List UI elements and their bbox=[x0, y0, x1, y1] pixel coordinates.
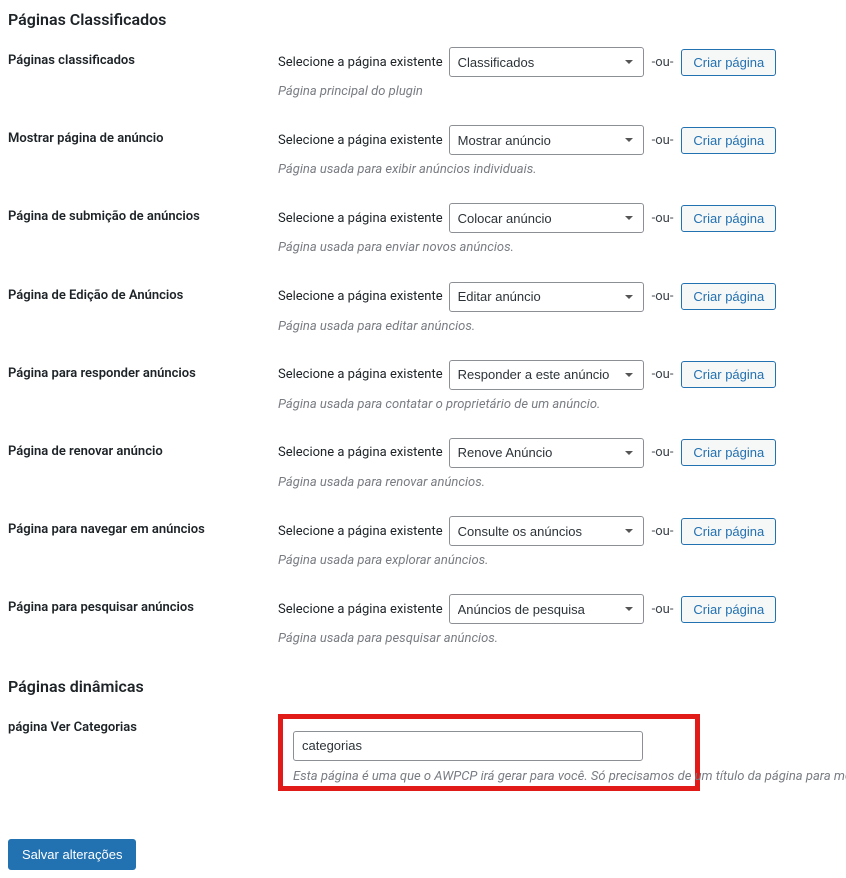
row-label: Mostrar página de anúncio bbox=[8, 131, 164, 146]
create-page-button[interactable]: Criar página bbox=[681, 596, 776, 623]
select-hint: Selecione a página existente bbox=[278, 445, 443, 460]
select-hint: Selecione a página existente bbox=[278, 367, 443, 382]
select-hint: Selecione a página existente bbox=[278, 133, 443, 148]
save-button[interactable]: Salvar alterações bbox=[8, 839, 136, 870]
or-text: -ou- bbox=[652, 367, 674, 382]
page-select[interactable]: Anúncios de pesquisa bbox=[449, 594, 644, 624]
create-page-button[interactable]: Criar página bbox=[681, 205, 776, 232]
description-ver-categorias: Esta página é uma que o AWPCP irá gerar … bbox=[293, 769, 685, 784]
section-title-paginas-classificados: Páginas Classificados bbox=[8, 10, 838, 29]
row-description: Página usada para exibir anúncios indivi… bbox=[278, 161, 838, 179]
create-page-button[interactable]: Criar página bbox=[681, 127, 776, 154]
section-title-paginas-dinamicas: Páginas dinâmicas bbox=[8, 677, 838, 696]
row-description: Página usada para pesquisar anúncios. bbox=[278, 630, 838, 648]
or-text: -ou- bbox=[652, 55, 674, 70]
page-select[interactable]: Renove Anúncio bbox=[449, 438, 644, 468]
row-description: Página usada para contatar o proprietári… bbox=[278, 396, 838, 414]
row-label: Página de submição de anúncios bbox=[8, 209, 200, 224]
row-label: Página para responder anúncios bbox=[8, 366, 196, 381]
row-description: Página usada para renovar anúncios. bbox=[278, 474, 838, 492]
page-select[interactable]: Mostrar anúncio bbox=[449, 125, 644, 155]
select-hint: Selecione a página existente bbox=[278, 211, 443, 226]
page-select[interactable]: Editar anúncio bbox=[449, 282, 644, 312]
or-text: -ou- bbox=[652, 133, 674, 148]
row-label: Página de renovar anúncio bbox=[8, 444, 163, 459]
page-select[interactable]: Responder a este anúncio bbox=[449, 360, 644, 390]
page-select[interactable]: Colocar anúncio bbox=[449, 203, 644, 233]
or-text: -ou- bbox=[652, 211, 674, 226]
or-text: -ou- bbox=[652, 524, 674, 539]
row-label: Página para pesquisar anúncios bbox=[8, 600, 194, 615]
create-page-button[interactable]: Criar página bbox=[681, 439, 776, 466]
select-hint: Selecione a página existente bbox=[278, 602, 443, 617]
label-ver-categorias: página Ver Categorias bbox=[8, 720, 137, 735]
select-hint: Selecione a página existente bbox=[278, 289, 443, 304]
or-text: -ou- bbox=[652, 602, 674, 617]
page-select[interactable]: Classificados bbox=[449, 47, 644, 77]
row-description: Página principal do plugin bbox=[278, 83, 838, 101]
row-description: Página usada para enviar novos anúncios. bbox=[278, 239, 838, 257]
row-label: Página de Edição de Anúncios bbox=[8, 288, 183, 303]
select-hint: Selecione a página existente bbox=[278, 524, 443, 539]
create-page-button[interactable]: Criar página bbox=[681, 49, 776, 76]
or-text: -ou- bbox=[652, 289, 674, 304]
row-label: Página para navegar em anúncios bbox=[8, 522, 205, 537]
create-page-button[interactable]: Criar página bbox=[681, 361, 776, 388]
row-description: Página usada para editar anúncios. bbox=[278, 318, 838, 336]
page-select[interactable]: Consulte os anúncios bbox=[449, 516, 644, 546]
create-page-button[interactable]: Criar página bbox=[681, 283, 776, 310]
row-description: Página usada para explorar anúncios. bbox=[278, 552, 838, 570]
input-ver-categorias[interactable] bbox=[293, 731, 643, 761]
or-text: -ou- bbox=[652, 445, 674, 460]
highlight-box: Esta página é uma que o AWPCP irá gerar … bbox=[278, 714, 700, 791]
create-page-button[interactable]: Criar página bbox=[681, 518, 776, 545]
select-hint: Selecione a página existente bbox=[278, 55, 443, 70]
row-label: Páginas classificados bbox=[8, 53, 135, 68]
